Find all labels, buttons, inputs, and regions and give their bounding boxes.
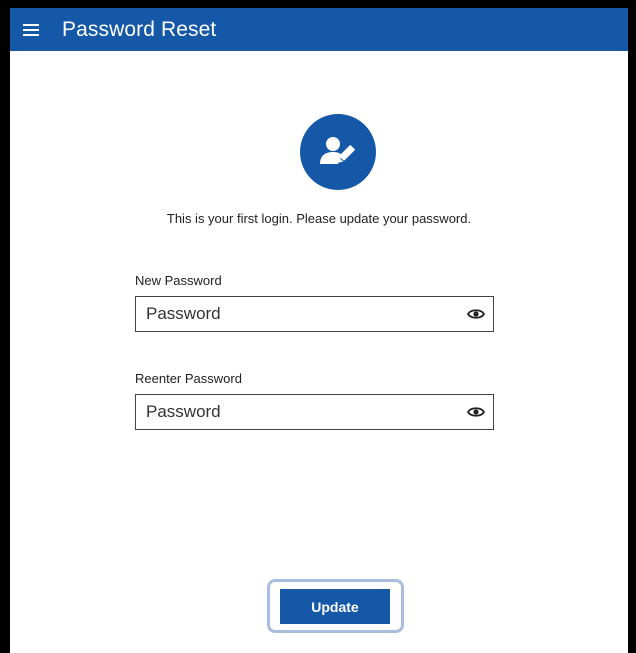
app-window: Password Reset This is your first login.…	[0, 0, 636, 653]
instruction-message: This is your first login. Please update …	[166, 211, 472, 226]
update-button[interactable]: Update	[280, 589, 390, 624]
reenter-password-label: Reenter Password	[135, 371, 242, 386]
title-bar: Password Reset	[10, 8, 628, 51]
hamburger-menu-icon[interactable]	[10, 8, 52, 51]
eye-icon[interactable]	[467, 405, 485, 419]
new-password-input[interactable]	[136, 297, 456, 331]
page-title: Password Reset	[62, 17, 217, 41]
user-edit-icon	[300, 114, 376, 190]
reenter-password-field	[135, 394, 494, 430]
new-password-field	[135, 296, 494, 332]
new-password-label: New Password	[135, 273, 222, 288]
reenter-password-input[interactable]	[136, 395, 456, 429]
eye-icon[interactable]	[467, 307, 485, 321]
